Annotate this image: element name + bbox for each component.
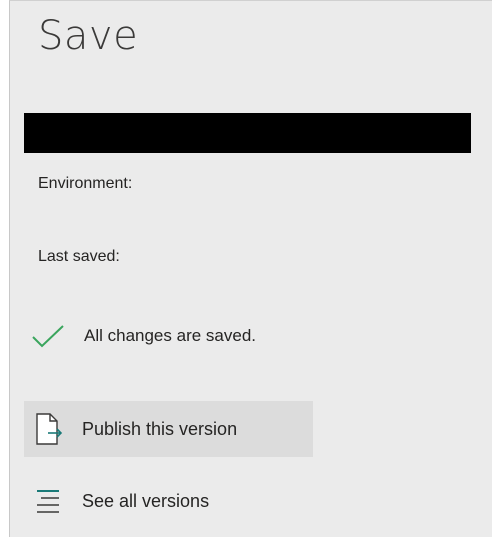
publish-version-label: Publish this version xyxy=(82,418,238,439)
see-all-versions-label: See all versions xyxy=(82,490,210,511)
panel-title: Save xyxy=(38,13,139,59)
publish-document-icon xyxy=(24,412,72,446)
checkmark-icon xyxy=(30,322,66,350)
publish-version-button[interactable]: Publish this version xyxy=(24,401,313,457)
save-panel: Save Environment: Last saved: All change… xyxy=(9,0,492,537)
see-all-versions-button[interactable]: See all versions xyxy=(24,473,313,529)
save-status: All changes are saved. xyxy=(30,319,256,353)
versions-list-icon xyxy=(24,486,72,516)
environment-label: Environment: xyxy=(38,175,133,192)
redacted-app-name xyxy=(24,113,471,153)
last-saved-label: Last saved: xyxy=(38,248,120,265)
save-status-text: All changes are saved. xyxy=(84,326,256,345)
